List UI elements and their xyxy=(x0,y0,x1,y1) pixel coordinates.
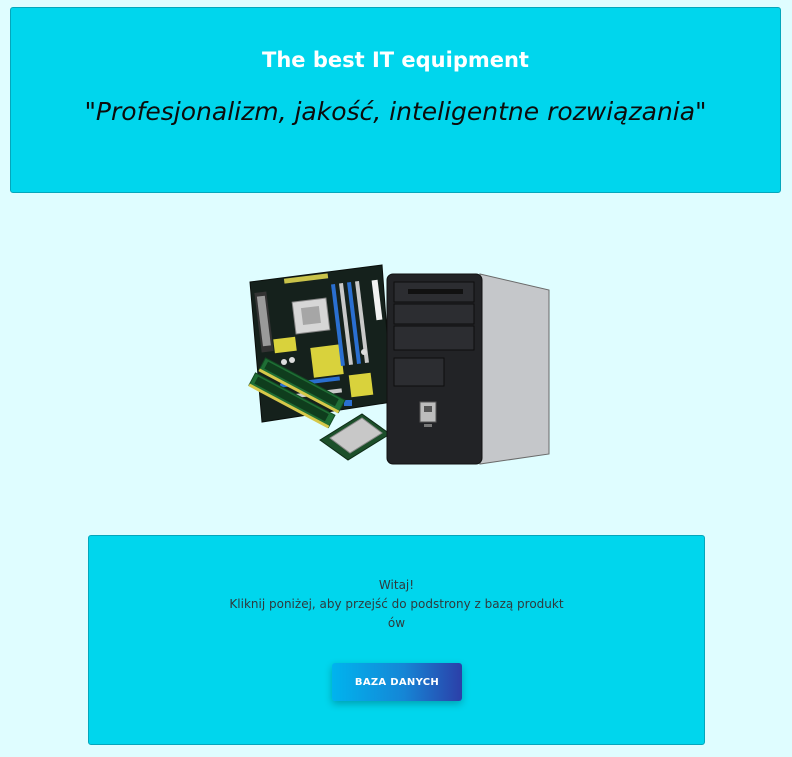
welcome-instructions: Kliknij poniżej, aby przejść do podstron… xyxy=(229,597,564,630)
site-motto: "Profesjonalizm, jakość, inteligentne ro… xyxy=(84,97,707,126)
welcome-panel: Witaj! Kliknij poniżej, aby przejść do p… xyxy=(88,535,705,745)
pc-tower-image xyxy=(386,273,550,465)
computer-hardware-illustration xyxy=(244,262,554,468)
welcome-greeting: Witaj! xyxy=(378,578,415,592)
welcome-message: Witaj! Kliknij poniżej, aby przejść do p… xyxy=(229,576,564,633)
site-title: The best IT equipment xyxy=(262,48,529,72)
header-banner: The best IT equipment "Profesjonalizm, j… xyxy=(10,7,781,193)
database-button[interactable]: BAZA DANYCH xyxy=(332,663,462,701)
